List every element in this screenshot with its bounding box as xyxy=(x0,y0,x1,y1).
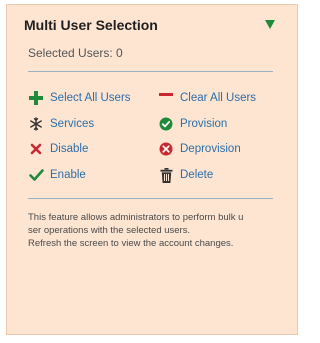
check-circle-icon xyxy=(158,116,174,132)
x-circle-icon xyxy=(158,141,174,157)
provision-label: Provision xyxy=(180,118,228,130)
deprovision-button[interactable]: Deprovision xyxy=(158,140,241,158)
provision-button[interactable]: Provision xyxy=(158,115,227,133)
clear-all-users-button[interactable]: Clear All Users xyxy=(158,89,256,107)
disable-button[interactable]: Disable xyxy=(28,140,88,158)
enable-button[interactable]: Enable xyxy=(28,166,86,184)
description-line: This feature allows administrators to pe… xyxy=(28,212,244,223)
disable-label: Disable xyxy=(50,143,89,155)
deprovision-label: Deprovision xyxy=(180,143,241,155)
selected-users-count: Selected Users: 0 xyxy=(28,46,123,60)
minus-icon xyxy=(158,90,174,106)
panel-title: Multi User Selection xyxy=(24,17,158,33)
plus-icon xyxy=(28,90,44,106)
select-all-users-label: Select All Users xyxy=(50,92,131,104)
collapse-triangle-icon[interactable] xyxy=(265,20,275,29)
checkmark-icon xyxy=(28,167,44,183)
description-line: ser operations with the selected users. xyxy=(28,225,191,236)
clear-all-users-label: Clear All Users xyxy=(180,92,257,104)
description-line: Refresh the screen to view the account c… xyxy=(28,238,234,249)
feature-description: This feature allows administrators to pe… xyxy=(28,211,276,250)
divider-top xyxy=(28,71,273,72)
services-button[interactable]: Services xyxy=(28,115,94,133)
enable-label: Enable xyxy=(50,169,86,181)
x-icon xyxy=(28,141,44,157)
trash-icon xyxy=(158,167,174,183)
delete-label: Delete xyxy=(180,169,214,181)
snowflake-icon xyxy=(28,116,44,132)
delete-button[interactable]: Delete xyxy=(158,166,213,184)
select-all-users-button[interactable]: Select All Users xyxy=(28,89,131,107)
services-label: Services xyxy=(50,118,95,130)
multi-user-selection-panel: Multi User Selection Selected Users: 0 S… xyxy=(6,4,298,335)
divider-bottom xyxy=(28,198,273,199)
